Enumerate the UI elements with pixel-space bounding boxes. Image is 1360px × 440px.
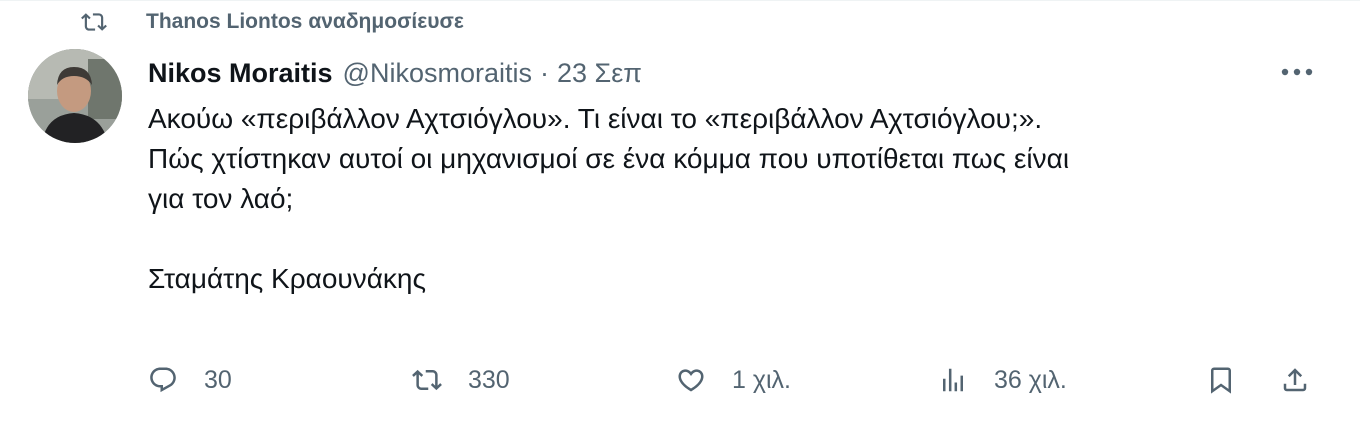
tweet-text: Ακούω «περιβάλλον Αχτσιόγλου». Τι είναι … xyxy=(148,99,1328,299)
repost-icon xyxy=(80,9,108,35)
tweet-text-line: Πώς χτίστηκαν αυτοί οι μηχανισμοί σε ένα… xyxy=(148,143,1070,174)
reply-button[interactable]: 30 xyxy=(148,357,232,403)
tweet-card[interactable]: Thanos Liontos αναδημοσίευσε Nikos Morai… xyxy=(0,0,1360,440)
tweet-header: Nikos Moraitis @Nikosmoraitis · 23 Σεπ xyxy=(148,53,642,93)
tweet-signature: Σταμάτης Κραουνάκης xyxy=(148,263,426,294)
analytics-icon xyxy=(943,368,963,392)
bookmark-button[interactable] xyxy=(1206,357,1236,403)
tweet-text-line: Ακούω «περιβάλλον Αχτσιόγλου». Τι είναι … xyxy=(148,103,1043,134)
repost-banner: Thanos Liontos αναδημοσίευσε xyxy=(80,7,464,37)
tweet-timestamp[interactable]: 23 Σεπ xyxy=(557,58,642,89)
author-handle[interactable]: @Nikosmoraitis xyxy=(343,58,532,89)
heart-icon xyxy=(678,369,704,392)
repost-icon xyxy=(412,369,442,391)
repost-count: 330 xyxy=(468,365,510,394)
reposter-name[interactable]: Thanos Liontos xyxy=(146,10,302,34)
share-icon xyxy=(1283,368,1307,392)
reply-count: 30 xyxy=(204,365,232,394)
view-count: 36 χιλ. xyxy=(994,365,1067,394)
author-display-name[interactable]: Nikos Moraitis xyxy=(148,58,333,89)
more-icon xyxy=(1281,68,1313,76)
reply-icon xyxy=(150,367,176,393)
like-count: 1 χιλ. xyxy=(732,365,791,394)
repost-button[interactable]: 330 xyxy=(412,357,510,403)
repost-verb: αναδημοσίευσε xyxy=(308,10,464,33)
more-options-button[interactable] xyxy=(1280,57,1314,87)
share-button[interactable] xyxy=(1280,357,1310,403)
like-button[interactable]: 1 χιλ. xyxy=(676,357,791,403)
tweet-text-line: για τον λαό; xyxy=(148,183,294,214)
header-separator: · xyxy=(539,57,549,88)
avatar[interactable] xyxy=(28,49,122,143)
bookmark-icon xyxy=(1211,367,1231,394)
views-button[interactable]: 36 χιλ. xyxy=(938,357,1067,403)
tweet-actions: 30 330 1 χιλ. 36 χιλ. xyxy=(148,357,1328,403)
